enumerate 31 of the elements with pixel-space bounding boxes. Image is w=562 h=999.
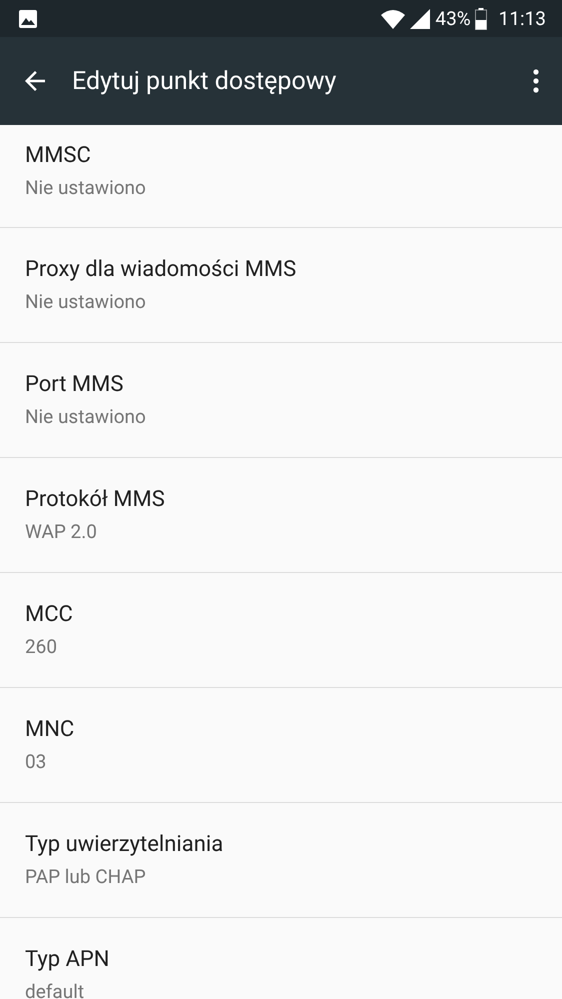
setting-value: 260 [25, 634, 58, 660]
battery-percentage: 43% [435, 7, 471, 30]
setting-title: MMSC [25, 142, 91, 170]
setting-value: PAP lub CHAP [25, 864, 146, 890]
setting-title: Typ uwierzytelniania [25, 831, 224, 859]
battery-icon [474, 8, 487, 30]
setting-value: Nie ustawiono [25, 175, 146, 201]
setting-title: Proxy dla wiadomości MMS [25, 256, 296, 284]
setting-item[interactable]: Typ APN default [0, 918, 562, 999]
screen-title: Edytuj punkt dostępowy [72, 66, 338, 96]
setting-title: MCC [25, 601, 73, 629]
clock: 11:13 [498, 7, 546, 30]
setting-item[interactable]: MCC 260 [0, 573, 562, 688]
setting-item[interactable]: MNC 03 [0, 688, 562, 803]
setting-value: Nie ustawiono [25, 289, 146, 315]
setting-value: 03 [25, 749, 46, 775]
setting-value: Nie ustawiono [25, 404, 146, 430]
setting-item[interactable]: Typ uwierzytelniania PAP lub CHAP [0, 803, 562, 918]
setting-item[interactable]: Proxy dla wiadomości MMS Nie ustawiono [0, 228, 562, 343]
setting-item[interactable]: MMSC Nie ustawiono [0, 125, 562, 228]
wifi-icon [380, 8, 406, 30]
signal-icon [409, 8, 432, 30]
setting-title: MNC [25, 716, 74, 744]
setting-item[interactable]: Protokół MMS WAP 2.0 [0, 458, 562, 573]
setting-value: default [25, 979, 84, 999]
image-icon [18, 8, 38, 28]
setting-title: Typ APN [25, 946, 110, 974]
setting-item[interactable]: Port MMS Nie ustawiono [0, 343, 562, 458]
setting-title: Protokół MMS [25, 486, 165, 514]
setting-value: WAP 2.0 [25, 519, 97, 545]
setting-title: Port MMS [25, 371, 124, 399]
